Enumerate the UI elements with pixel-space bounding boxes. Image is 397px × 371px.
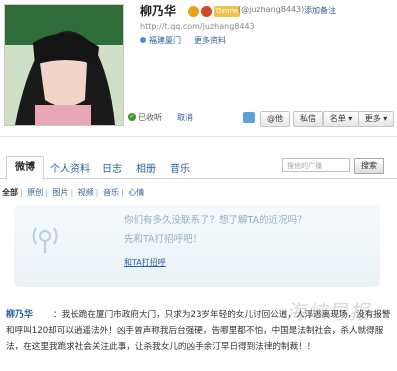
post-content: ：我长跪在厦门市政府大门，只求为23岁年轻的女儿讨回公道，人浮逃离现场，没有报警… [6,310,391,352]
profile-url[interactable]: http://t.qq.com/juzhang8443 [140,22,255,31]
post-text: ：我长跪在厦门市政府大门，只求为23岁年轻的女儿讨回公道，人浮逃离现场，没有报警… [6,307,391,355]
mention-button[interactable]: @他 [260,111,290,127]
profile-name: 柳乃华 [140,4,177,18]
filter-mood[interactable]: 心情 [128,188,144,197]
private-message-button[interactable]: 私信 [293,111,323,127]
search-input[interactable]: 搜他的广播 [282,158,350,172]
empty-state-subprompt: 先和TA打招呼吧！ [124,234,203,245]
avatar [4,4,124,126]
filter-all[interactable]: 全部 [2,188,18,197]
star-badge-icon [201,6,212,17]
broadcast-icon [30,224,60,254]
list-dropdown-button[interactable]: 名单 ▾ [323,111,359,127]
tab-weibo[interactable]: 微博 [6,156,44,180]
tab-profile[interactable]: 个人资料 [50,160,90,175]
filter-music[interactable]: 音乐 [103,188,119,197]
more-dropdown-button[interactable]: 更多 ▾ [358,111,394,127]
mail-icon[interactable] [243,112,255,123]
location-pin-icon [140,37,146,43]
tab-blog[interactable]: 日志 [102,160,122,175]
post-author[interactable]: 柳乃华 [6,307,33,320]
check-icon: ✓ [128,113,136,121]
profile-handle: (@juzhang8443) [238,5,305,14]
followed-status: 已收听 [138,113,162,122]
filter-video[interactable]: 视频 [78,188,94,197]
vip-badge-icon [188,6,199,17]
header-divider [0,136,397,137]
tab-album[interactable]: 相册 [136,160,156,175]
filter-bar: 全部 | 原创 | 图片 | 视频 | 音乐 | 心情 [2,188,145,197]
location-link[interactable]: 福建厦门 [149,35,181,46]
unfollow-link[interactable]: 取消 [177,112,193,123]
filter-original[interactable]: 原创 [27,188,43,197]
filter-images[interactable]: 图片 [53,188,69,197]
greet-link[interactable]: 和TA打招呼 [124,257,166,268]
tab-music[interactable]: 音乐 [170,160,190,175]
add-note-link[interactable]: 添加备注 [304,5,336,16]
more-info-link[interactable]: 更多资料 [194,35,226,46]
level-badge: Qzone [214,6,241,17]
search-button[interactable]: 搜索 [354,158,384,174]
empty-state-prompt: 你们有多久没联系了？想了解TA的近况吗？ [124,215,307,226]
